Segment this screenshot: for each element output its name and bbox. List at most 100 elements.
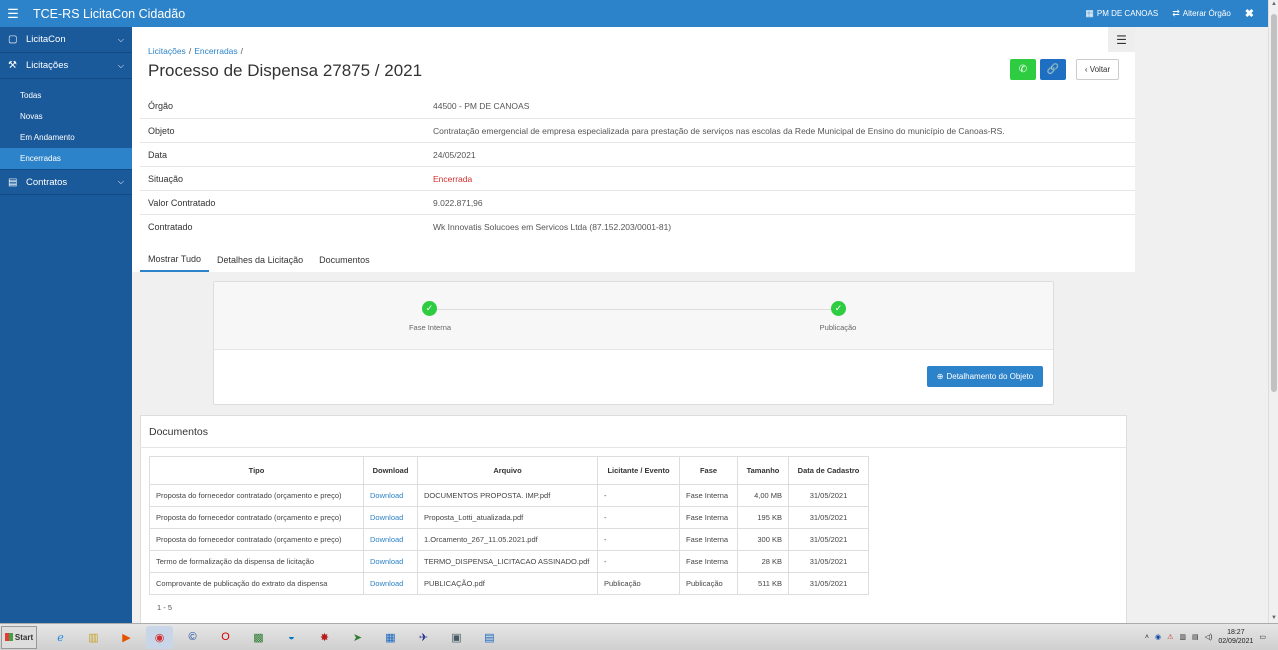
cell-licitante: - — [597, 550, 680, 573]
sidebar-item-encerradas[interactable]: Encerradas — [0, 148, 132, 169]
sidebar-item-em-andamento[interactable]: Em Andamento — [0, 127, 132, 148]
info-row-data: Data 24/05/2021 — [140, 142, 1135, 166]
download-link[interactable]: Download — [363, 550, 418, 573]
column-header[interactable]: Arquivo — [417, 456, 598, 485]
breadcrumb-licitacoes[interactable]: Licitações — [148, 46, 186, 56]
page-title: Processo de Dispensa 27875 / 2021 — [148, 61, 423, 80]
table-row: Termo de formalização da dispensa de lic… — [149, 550, 869, 573]
info-label: Valor Contratado — [148, 197, 216, 208]
download-link[interactable]: Download — [363, 528, 418, 551]
app-title: TCE-RS LicitaCon Cidadão — [33, 6, 186, 21]
bird-app-icon[interactable]: ✈ — [410, 626, 437, 649]
breadcrumb-encerradas[interactable]: Encerradas — [194, 46, 237, 56]
cell-tamanho: 195 KB — [737, 506, 789, 529]
close-icon[interactable]: ✖ — [1245, 7, 1254, 20]
file-explorer-icon[interactable]: ▥ — [80, 626, 107, 649]
cell-fase: Publicação — [679, 572, 738, 595]
media-player-icon[interactable]: ▶ — [113, 626, 140, 649]
chat-icon[interactable]: ▭ — [1259, 633, 1266, 641]
edge-icon[interactable]: ◒ — [278, 626, 305, 649]
media-icon[interactable]: ➤ — [344, 626, 371, 649]
notepad-icon[interactable]: ▤ — [476, 626, 503, 649]
sidebar-item-licitacoes[interactable]: ⚒ Licitações ⌵ — [0, 53, 132, 79]
info-row-orgao: Órgão 44500 - PM DE CANOAS — [140, 94, 1135, 118]
chrome-icon[interactable]: ◉ — [146, 625, 173, 649]
table-row: Proposta do fornecedor contratado (orçam… — [149, 506, 869, 529]
table-row: Proposta do fornecedor contratado (orçam… — [149, 484, 869, 507]
cell-fase: Fase Interna — [679, 528, 738, 551]
step-label: Fase Interna — [408, 323, 452, 332]
info-row-objeto: Objeto Contratação emergencial de empres… — [140, 118, 1135, 142]
ccleaner-tray-icon[interactable]: ◉ — [1155, 633, 1161, 641]
cell-data: 31/05/2021 — [788, 506, 869, 529]
cell-tamanho: 4,00 MB — [737, 484, 789, 507]
page-scrollbar[interactable]: ▲ ▼ — [1268, 0, 1278, 623]
zoom-icon: ⊕ — [936, 372, 944, 381]
whatsapp-icon: ✆ — [1018, 64, 1028, 75]
column-header[interactable]: Tipo — [149, 456, 364, 485]
column-header[interactable]: Data de Cadastro — [788, 456, 869, 485]
whatsapp-share-button[interactable]: ✆ — [1010, 59, 1036, 80]
opera-icon[interactable]: O — [212, 626, 239, 649]
game-icon[interactable]: ✸ — [311, 626, 338, 649]
start-button[interactable]: Start — [1, 625, 37, 649]
info-label: Órgão — [148, 101, 174, 111]
tab-documentos[interactable]: Documentos — [311, 248, 378, 272]
sidebar-item-contratos[interactable]: ▤ Contratos ⌵ — [0, 169, 132, 195]
internet-explorer-icon[interactable]: ℯ — [47, 626, 74, 649]
back-button[interactable]: ‹ Voltar — [1076, 59, 1119, 80]
cell-fase: Fase Interna — [679, 484, 738, 507]
cell-licitante: - — [597, 484, 680, 507]
sidebar-item-novas[interactable]: Novas — [0, 106, 132, 127]
info-value: Wk Innovatis Solucoes em Servicos Ltda (… — [433, 221, 672, 232]
sidebar-item-label: Contratos — [26, 176, 68, 188]
gavel-icon: ⚒ — [8, 60, 17, 71]
clock-time: 18:27 — [1227, 629, 1245, 636]
app-icon[interactable]: ▩ — [245, 626, 272, 649]
scroll-up-icon[interactable]: ▲ — [1271, 1, 1277, 7]
pagination-info: 1 - 5 — [157, 603, 173, 612]
image-viewer-icon[interactable]: ▣ — [443, 626, 470, 649]
chevron-up-icon[interactable]: ˄ — [1145, 634, 1149, 641]
column-header[interactable]: Download — [363, 456, 418, 485]
info-row-valor: Valor Contratado 9.022.871,96 — [140, 190, 1135, 214]
network-icon[interactable]: ▥ — [1179, 633, 1186, 641]
action-center-icon[interactable]: ▤ — [1192, 633, 1199, 641]
cell-data: 31/05/2021 — [788, 572, 869, 595]
chevron-down-icon: ⌵ — [117, 177, 124, 186]
tab-bar: Mostrar Tudo Detalhes da Licitação Docum… — [140, 248, 378, 272]
tab-mostrar-tudo[interactable]: Mostrar Tudo — [140, 248, 210, 272]
org-indicator[interactable]: ▦ PM DE CANOAS — [1085, 8, 1158, 19]
grid-app-icon[interactable]: ▦ — [377, 626, 404, 649]
cell-licitante: - — [597, 506, 680, 529]
menu-icon[interactable]: ☰ — [1108, 27, 1135, 52]
column-header[interactable]: Fase — [679, 456, 738, 485]
tab-detalhes[interactable]: Detalhes da Licitação — [209, 248, 311, 272]
sidebar-item-todas[interactable]: Todas — [0, 85, 132, 106]
info-row-situacao: Situação Encerrada — [140, 166, 1135, 190]
cell-arquivo: 1.Orcamento_267_11.05.2021.pdf — [417, 528, 598, 551]
documents-table: Tipo Download Arquivo Licitante / Evento… — [149, 456, 869, 595]
scrollbar-thumb[interactable] — [1271, 14, 1277, 392]
antivirus-tray-icon[interactable]: ⚠ — [1167, 633, 1173, 641]
cell-tipo: Proposta do fornecedor contratado (orçam… — [149, 528, 364, 551]
download-link[interactable]: Download — [363, 484, 418, 507]
info-value: 9.022.871,96 — [433, 197, 483, 208]
cell-fase: Fase Interna — [679, 506, 738, 529]
scroll-down-icon[interactable]: ▼ — [1271, 615, 1277, 621]
clock[interactable]: 18:27 02/09/2021 — [1218, 628, 1253, 646]
download-link[interactable]: Download — [363, 506, 418, 529]
windows-logo-icon — [4, 633, 13, 641]
object-detail-button[interactable]: ⊕ Detalhamento do Objeto — [927, 366, 1043, 387]
download-link[interactable]: Download — [363, 572, 418, 595]
change-org-button[interactable]: ⇄ Alterar Órgão — [1172, 8, 1231, 19]
column-header[interactable]: Tamanho — [737, 456, 789, 485]
column-header[interactable]: Licitante / Evento — [597, 456, 680, 485]
menu-icon[interactable]: ☰ — [0, 0, 26, 27]
document-icon: ▢ — [8, 34, 18, 45]
ccleaner-icon[interactable]: © — [179, 626, 206, 649]
sidebar-item-licitacon[interactable]: ▢ LicitaCon ⌵ — [0, 27, 132, 53]
copy-link-button[interactable]: 🔗 — [1040, 59, 1066, 80]
start-label: Start — [14, 632, 34, 642]
volume-icon[interactable]: ◁) — [1205, 633, 1213, 641]
